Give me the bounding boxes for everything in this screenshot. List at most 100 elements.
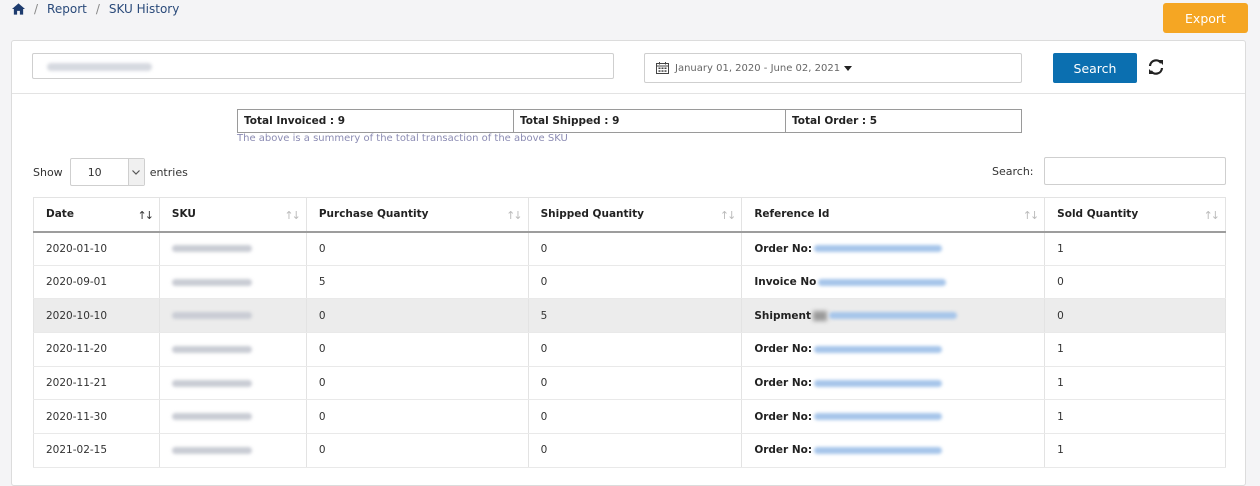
reference-type: Order No: (754, 444, 813, 457)
cell-sku (159, 231, 307, 266)
reference-type: Order No: (754, 242, 813, 255)
column-header-shipped-quantity[interactable]: Shipped Quantity ↑↓ (528, 197, 743, 233)
export-button[interactable]: Export (1163, 3, 1248, 33)
reference-link[interactable] (829, 312, 958, 320)
column-header-reference-id[interactable]: Reference Id ↑↓ (741, 197, 1046, 233)
cell-reference-id: Order No: (741, 366, 1046, 401)
cell-shipped-quantity: 0 (528, 231, 743, 266)
reference-link[interactable] (814, 379, 943, 387)
refresh-icon[interactable] (1147, 58, 1165, 76)
reference-type: Order No: (754, 377, 813, 390)
entries-select[interactable]: 10 (69, 158, 145, 186)
sort-icon: ↑↓ (719, 209, 737, 222)
entries-control: Show 10 entries (33, 158, 188, 186)
cell-reference-id: Invoice No (741, 265, 1046, 300)
caret-down-icon (844, 65, 853, 71)
sort-icon: ↑↓ (284, 209, 301, 222)
sku-history-table: Date ↑↓ SKU ↑↓ Purchase Quantity ↑↓ Shipped… (33, 197, 1226, 468)
cell-shipped-quantity: 5 (528, 298, 743, 334)
cell-purchase-quantity: 0 (306, 399, 529, 435)
column-header-sold-quantity[interactable]: Sold Quantity ↑↓ (1044, 197, 1226, 233)
total-invoiced: Total Invoiced : 9 (237, 109, 514, 133)
filter-row: January 01, 2020 - June 02, 2021 Search (12, 41, 1245, 94)
cell-date: 2020-11-30 (33, 399, 160, 435)
table-search-input[interactable] (1044, 157, 1226, 185)
cell-sold-quantity: 1 (1044, 332, 1226, 367)
table-row: 2020-10-10 0 5 Shipment 0 (33, 298, 1226, 334)
breadcrumb-separator: / (34, 2, 39, 16)
cell-sku (159, 399, 307, 435)
reference-link[interactable] (814, 446, 943, 454)
sku-redacted-value (171, 379, 252, 387)
sku-input[interactable] (32, 53, 614, 79)
cell-sku (159, 433, 307, 468)
cell-sku (159, 366, 307, 401)
cell-date: 2021-02-15 (33, 433, 160, 468)
cell-shipped-quantity: 0 (528, 265, 743, 300)
cell-reference-id: Order No: (741, 332, 1046, 367)
table-row: 2020-11-20 0 0 Order No: 1 (33, 332, 1226, 367)
column-header-purchase-quantity[interactable]: Purchase Quantity ↑↓ (306, 197, 529, 233)
sort-icon: ↑↓ (506, 209, 523, 222)
summary-note: The above is a summery of the total tran… (237, 133, 568, 144)
table-row: 2020-09-01 5 0 Invoice No 0 (33, 265, 1226, 300)
sku-redacted-value (171, 278, 252, 286)
entries-dropdown-toggle[interactable] (127, 159, 144, 185)
entries-label: entries (149, 165, 188, 179)
cell-sku (159, 332, 307, 367)
home-icon[interactable] (12, 3, 25, 15)
sort-icon: ↑↓ (1203, 209, 1221, 222)
total-order: Total Order : 5 (786, 109, 1022, 133)
cell-purchase-quantity: 0 (306, 231, 529, 266)
top-bar: / Report / SKU History Export (0, 0, 1260, 38)
reference-link[interactable] (814, 345, 943, 353)
cell-date: 2020-10-10 (33, 298, 160, 334)
breadcrumb: / Report / SKU History (12, 2, 179, 16)
breadcrumb-sku-history: SKU History (108, 2, 180, 16)
date-range-picker[interactable]: January 01, 2020 - June 02, 2021 (644, 53, 1022, 83)
cell-purchase-quantity: 0 (306, 433, 529, 468)
reference-type: Shipment (754, 309, 812, 322)
cell-shipped-quantity: 0 (528, 366, 743, 401)
chevron-down-icon (132, 169, 141, 175)
table-header-row: Date ↑↓ SKU ↑↓ Purchase Quantity ↑↓ Shipped… (33, 197, 1226, 233)
total-shipped: Total Shipped : 9 (514, 109, 786, 133)
redacted-mark (813, 310, 828, 321)
cell-sold-quantity: 0 (1044, 298, 1226, 334)
search-button[interactable]: Search (1053, 53, 1137, 83)
breadcrumb-separator: / (95, 2, 100, 16)
sku-redacted-value (171, 245, 252, 253)
cell-reference-id: Order No: (741, 399, 1046, 435)
table-row: 2020-11-21 0 0 Order No: 1 (33, 366, 1226, 401)
cell-date: 2020-11-20 (33, 332, 160, 367)
table-row: 2020-01-10 0 0 Order No: 1 (33, 231, 1226, 266)
cell-sold-quantity: 1 (1044, 433, 1226, 468)
cell-sku (159, 265, 307, 300)
reference-link[interactable] (814, 245, 943, 253)
show-label: Show (33, 165, 63, 179)
cell-purchase-quantity: 0 (306, 298, 529, 334)
sku-redacted-value (171, 446, 252, 454)
breadcrumb-report[interactable]: Report (47, 2, 87, 16)
sort-icon: ↑↓ (137, 209, 154, 222)
cell-sold-quantity: 1 (1044, 231, 1226, 266)
reference-link[interactable] (814, 413, 943, 421)
reference-link[interactable] (818, 278, 947, 286)
reference-type: Invoice No (754, 276, 817, 289)
cell-shipped-quantity: 0 (528, 399, 743, 435)
cell-shipped-quantity: 0 (528, 332, 743, 367)
entries-value: 10 (87, 166, 102, 179)
cell-reference-id: Order No: (741, 433, 1046, 468)
cell-shipped-quantity: 0 (528, 433, 743, 468)
cell-date: 2020-11-21 (33, 366, 160, 401)
cell-reference-id: Shipment (741, 298, 1046, 334)
cell-purchase-quantity: 0 (306, 366, 529, 401)
reference-type: Order No: (754, 343, 813, 356)
column-header-date[interactable]: Date ↑↓ (33, 197, 160, 233)
cell-sold-quantity: 1 (1044, 399, 1226, 435)
cell-date: 2020-01-10 (33, 231, 160, 266)
transaction-summary: Total Invoiced : 9 Total Shipped : 9 Tot… (237, 109, 1022, 133)
date-range-value: January 01, 2020 - June 02, 2021 (675, 62, 841, 74)
sku-redacted-value (171, 413, 252, 421)
column-header-sku[interactable]: SKU ↑↓ (159, 197, 307, 233)
